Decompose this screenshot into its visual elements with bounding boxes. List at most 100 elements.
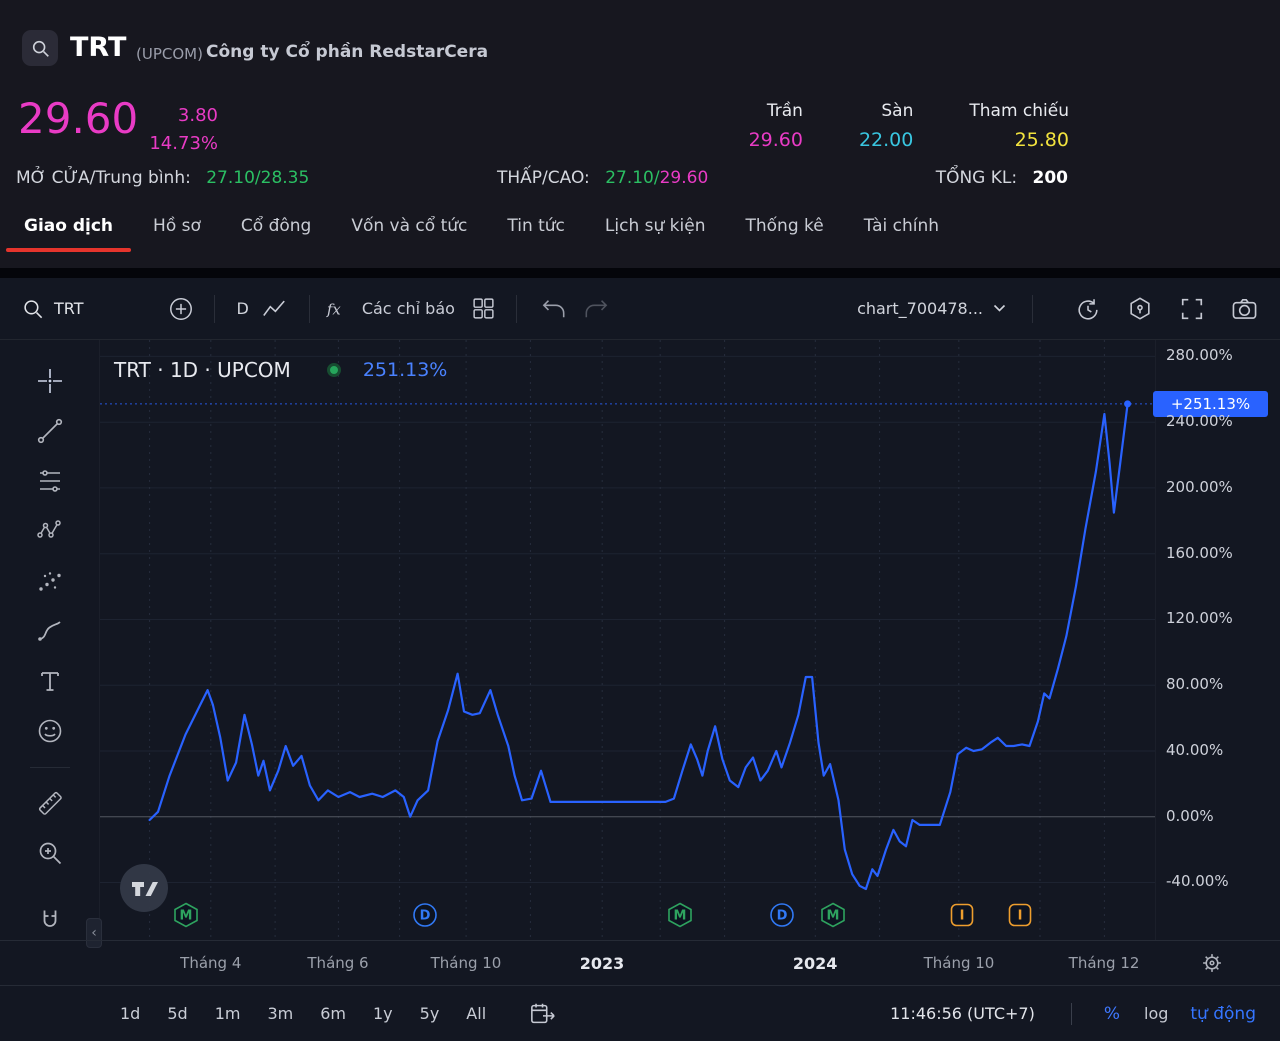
chart-style-icon [261, 296, 287, 322]
event-marker-D[interactable]: D [412, 902, 438, 928]
time-axis-label: Tháng 6 [307, 954, 368, 972]
exchange-label: (UPCOM) [136, 45, 203, 63]
session-clock[interactable]: 11:46:56 (UTC+7) [890, 1004, 1035, 1023]
chart-symbol-button[interactable]: TRT [22, 298, 84, 320]
chart-style-button[interactable] [261, 296, 287, 322]
time-axis-label: 2024 [793, 954, 838, 973]
price-scale-label: 160.00% [1166, 544, 1233, 562]
log-scale-button[interactable]: log [1144, 1004, 1168, 1023]
change-percent: 14.73% [140, 130, 218, 158]
event-marker-D[interactable]: D [769, 902, 795, 928]
trend-line-icon[interactable] [28, 412, 72, 449]
range-button-5y[interactable]: 5y [420, 1004, 440, 1023]
zoom-in-icon[interactable] [28, 835, 72, 872]
chart-canvas[interactable]: TRT · 1D · UPCOM 251.13% MDMDMII [100, 340, 1155, 940]
price-scale-label: 280.00% [1166, 346, 1233, 364]
bar-replay-icon [1075, 296, 1101, 322]
svg-text:M: M [180, 909, 193, 924]
svg-text:ƒx: ƒx [326, 300, 341, 318]
plus-circle-icon [168, 296, 194, 322]
time-axis[interactable]: Tháng 4 Tháng 6 Tháng 10 2023 2024 Tháng 10 Th… [0, 940, 1280, 985]
indicators-button[interactable]: ƒx Các chỉ báo [326, 297, 455, 321]
fib-lines-icon[interactable] [28, 462, 72, 499]
tab-2[interactable]: Hồ sơ [153, 216, 201, 252]
tab-5[interactable]: Tin tức [507, 216, 565, 252]
range-button-5d[interactable]: 5d [167, 1004, 187, 1023]
tab-4[interactable]: Vốn và cổ tức [351, 216, 467, 252]
text-tool-icon[interactable] [28, 663, 72, 700]
auto-scale-button[interactable]: tự động [1190, 1004, 1256, 1024]
chart-settings-button[interactable] [1127, 296, 1153, 322]
forecast-dots-icon[interactable] [28, 562, 72, 599]
svg-text:M: M [674, 909, 687, 924]
percent-scale-button[interactable]: % [1104, 1004, 1120, 1024]
price-scale-label: 40.00% [1166, 741, 1223, 759]
low-value: 27.10/ [605, 168, 659, 188]
emoji-icon[interactable] [28, 713, 72, 750]
chevron-down-icon [993, 304, 1006, 313]
magnet-icon[interactable] [28, 903, 72, 940]
range-button-1y[interactable]: 1y [373, 1004, 393, 1023]
event-marker-M[interactable]: M [667, 902, 693, 928]
layout-name-button[interactable]: chart_700478... [857, 299, 1006, 318]
tools-separator [30, 767, 70, 768]
fullscreen-icon [1179, 296, 1205, 322]
range-button-1d[interactable]: 1d [120, 1004, 140, 1023]
open-avg-label: MỞ CỬA/Trung bình: [16, 168, 191, 188]
high-value: 29.60 [660, 168, 709, 188]
bottom-separator [1071, 1003, 1072, 1025]
goto-date-icon[interactable] [529, 1001, 557, 1027]
event-marker-I[interactable]: I [949, 902, 975, 928]
range-buttons: 1d 5d 1m 3m 6m 1y 5y All [120, 1004, 513, 1023]
event-marker-I[interactable]: I [1007, 902, 1033, 928]
toolbar-separator [309, 295, 310, 323]
camera-snapshot-button[interactable] [1231, 296, 1258, 321]
tradingview-logo[interactable] [120, 864, 168, 912]
ceiling-block: Trần 29.60 [749, 101, 803, 151]
chart-main: TRT · 1D · UPCOM 251.13% MDMDMII ‹ +251.… [0, 340, 1280, 940]
tab-8[interactable]: Tài chính [864, 216, 939, 252]
event-marker-M[interactable]: M [820, 902, 846, 928]
bar-replay-button[interactable] [1075, 296, 1101, 322]
event-markers: MDMDMII [100, 340, 1155, 940]
svg-text:M: M [827, 909, 840, 924]
time-axis-label: Tháng 10 [431, 954, 502, 972]
interval-button[interactable]: D [237, 299, 249, 318]
undo-button[interactable] [541, 297, 567, 321]
tab-7[interactable]: Thống kê [745, 216, 823, 252]
symbol-search-button[interactable] [22, 30, 58, 66]
toolbar-separator [214, 295, 215, 323]
drawing-toolbar [0, 340, 100, 940]
company-name: Công ty Cổ phần RedstarCera [206, 42, 488, 62]
tab-1[interactable]: Giao dịch [24, 216, 113, 252]
range-button-all[interactable]: All [466, 1004, 486, 1023]
change-value: 3.80 [140, 102, 218, 130]
event-marker-M[interactable]: M [173, 902, 199, 928]
ruler-icon[interactable] [28, 785, 72, 822]
range-button-3m[interactable]: 3m [267, 1004, 293, 1023]
time-axis-label: 2023 [580, 954, 625, 973]
axis-settings-icon[interactable] [1202, 953, 1222, 973]
range-button-6m[interactable]: 6m [320, 1004, 346, 1023]
compare-add-button[interactable] [168, 296, 194, 322]
fx-icon: ƒx [326, 297, 352, 321]
low-high-label: THẤP/CAO: [497, 168, 590, 188]
tab-6[interactable]: Lịch sự kiện [605, 216, 706, 252]
time-axis-label: Tháng 4 [180, 954, 241, 972]
fullscreen-button[interactable] [1179, 296, 1205, 322]
range-button-1m[interactable]: 1m [215, 1004, 241, 1023]
crosshair-icon[interactable] [28, 362, 72, 399]
brush-icon[interactable] [28, 613, 72, 650]
time-axis-label: Tháng 12 [1069, 954, 1140, 972]
tab-3[interactable]: Cổ đông [241, 216, 311, 252]
chart-symbol-label: TRT [54, 299, 84, 318]
price-scale-label: 120.00% [1166, 609, 1233, 627]
ceiling-label: Trần [767, 101, 803, 121]
layout-grid-button[interactable] [471, 296, 496, 321]
redo-button[interactable] [583, 297, 609, 321]
floor-block: Sàn 22.00 [859, 101, 913, 151]
time-axis-label: Tháng 10 [924, 954, 995, 972]
reference-label: Tham chiếu [969, 101, 1069, 121]
pattern-icon[interactable] [28, 512, 72, 549]
price-scale[interactable]: +251.13% 280.00%240.00%200.00%160.00%120… [1155, 340, 1280, 940]
